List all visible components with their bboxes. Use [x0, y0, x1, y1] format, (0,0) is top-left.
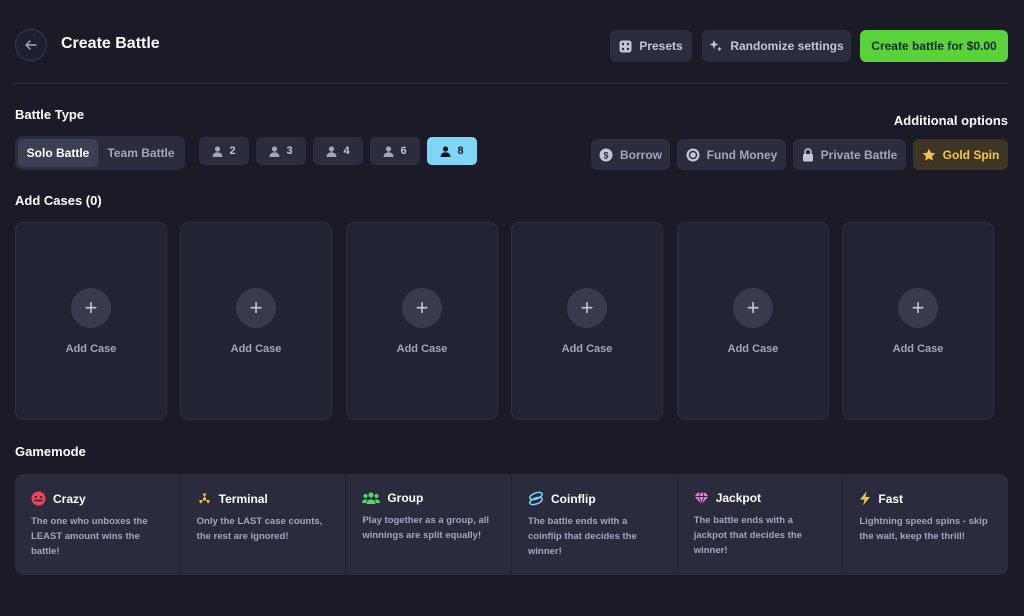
plus-icon: +: [898, 288, 938, 328]
gamemode-crazy[interactable]: Crazy The one who unboxes the LEAST amou…: [15, 474, 181, 575]
add-case-slot[interactable]: + Add Case: [180, 222, 332, 420]
sparkles-icon: [709, 40, 723, 52]
additional-options-title: Additional options: [893, 113, 1008, 128]
add-case-label: Add Case: [65, 343, 117, 355]
lightning-icon: [860, 491, 871, 506]
plus-icon: +: [71, 288, 111, 328]
player-count-label: 6: [400, 145, 407, 157]
create-battle-button[interactable]: Create battle for $0.00: [860, 30, 1008, 62]
gamemode-name: Fast: [878, 491, 904, 506]
add-cases-title: Add Cases (0): [15, 193, 102, 208]
gamemode-description: Only the LAST case counts, the rest are …: [196, 516, 323, 542]
gamemode-description: Play together as a group, all winnings a…: [362, 515, 490, 541]
page-title: Create Battle: [61, 35, 160, 52]
add-case-label: Add Case: [561, 343, 613, 355]
player-count-label: 2: [229, 145, 236, 157]
add-case-slot[interactable]: + Add Case: [511, 222, 663, 420]
gold-spin-label: Gold Spin: [942, 147, 1000, 162]
presets-button[interactable]: Presets: [610, 30, 692, 62]
diamond-icon: [694, 492, 709, 505]
coinflip-icon: [529, 491, 543, 506]
back-button[interactable]: [15, 29, 47, 61]
add-case-label: Add Case: [727, 343, 779, 355]
gamemode-description: The battle ends with a jackpot that deci…: [693, 515, 802, 556]
user-icon: [326, 145, 337, 157]
player-count-8-button[interactable]: 8: [427, 137, 477, 165]
plus-icon: +: [567, 288, 607, 328]
lock-icon: [802, 147, 813, 161]
user-icon: [440, 145, 451, 157]
solo-battle-tab[interactable]: Solo Battle: [18, 139, 99, 167]
gamemode-fast[interactable]: Fast Lightning speed spins - skip the wa…: [843, 474, 1008, 575]
gamemode-jackpot[interactable]: Jackpot The battle ends with a jackpot t…: [678, 474, 844, 575]
gamemode-name: Group: [387, 491, 424, 505]
player-count-4-button[interactable]: 4: [313, 137, 363, 165]
gamemode-title: Gamemode: [15, 444, 86, 459]
star-icon: [922, 148, 935, 161]
gamemode-name: Terminal: [218, 491, 268, 506]
gamemode-list: Crazy The one who unboxes the LEAST amou…: [15, 474, 1008, 575]
battle-mode-toggle: Solo Battle Team Battle: [15, 136, 185, 170]
player-count-2-button[interactable]: 2: [199, 137, 249, 165]
randomize-settings-button[interactable]: Randomize settings: [702, 30, 851, 62]
gamemode-description: The one who unboxes the LEAST amount win…: [31, 516, 148, 557]
plus-icon: +: [733, 288, 773, 328]
dice-icon: [619, 40, 632, 52]
user-icon: [269, 145, 280, 157]
header-divider: [15, 83, 1008, 84]
add-case-label: Add Case: [230, 343, 282, 355]
add-case-slot[interactable]: + Add Case: [677, 222, 829, 420]
player-count-3-button[interactable]: 3: [256, 137, 306, 165]
player-count-label: 4: [343, 145, 350, 157]
battle-type-title: Battle Type: [15, 107, 85, 122]
gamemode-name: Crazy: [53, 491, 86, 506]
borrow-label: Borrow: [620, 147, 662, 162]
gamemode-description: Lightning speed spins - skip the wait, k…: [859, 516, 988, 542]
player-count-6-button[interactable]: 6: [370, 137, 420, 165]
gamemode-description: The battle ends with a coinflip that dec…: [528, 516, 637, 557]
coins-icon: [686, 148, 700, 161]
gold-spin-button[interactable]: Gold Spin: [913, 139, 1008, 170]
plus-icon: +: [402, 288, 442, 328]
svg-text:$: $: [603, 150, 608, 160]
private-battle-label: Private Battle: [820, 147, 898, 162]
gamemode-group[interactable]: Group Play together as a group, all winn…: [346, 474, 513, 575]
randomize-label: Randomize settings: [730, 39, 844, 53]
radiation-icon: [198, 493, 210, 504]
group-icon: [362, 492, 381, 504]
add-case-label: Add Case: [892, 343, 944, 355]
gamemode-terminal[interactable]: Terminal Only the LAST case counts, the …: [181, 474, 347, 575]
crazy-face-icon: [31, 491, 46, 506]
plus-icon: +: [236, 288, 276, 328]
player-count-label: 8: [457, 145, 464, 157]
add-case-slot[interactable]: + Add Case: [842, 222, 994, 420]
gamemode-name: Jackpot: [715, 491, 762, 505]
team-battle-tab[interactable]: Team Battle: [100, 139, 182, 167]
add-case-label: Add Case: [396, 343, 448, 355]
fund-money-label: Fund Money: [706, 147, 778, 162]
add-case-slot[interactable]: + Add Case: [346, 222, 498, 420]
gamemode-name: Coinflip: [551, 491, 596, 506]
gamemode-coinflip[interactable]: Coinflip The battle ends with a coinflip…: [512, 474, 678, 575]
player-count-label: 3: [286, 145, 293, 157]
dollar-coin-icon: $: [599, 148, 613, 161]
private-battle-button[interactable]: Private Battle: [793, 139, 906, 170]
presets-label: Presets: [639, 39, 683, 53]
add-case-slot[interactable]: + Add Case: [15, 222, 167, 420]
fund-money-button[interactable]: Fund Money: [677, 139, 786, 170]
borrow-button[interactable]: $ Borrow: [591, 139, 670, 170]
create-battle-label: Create battle for $0.00: [871, 39, 997, 53]
arrow-left-icon: [25, 40, 37, 50]
user-icon: [383, 145, 394, 157]
user-icon: [212, 145, 223, 157]
